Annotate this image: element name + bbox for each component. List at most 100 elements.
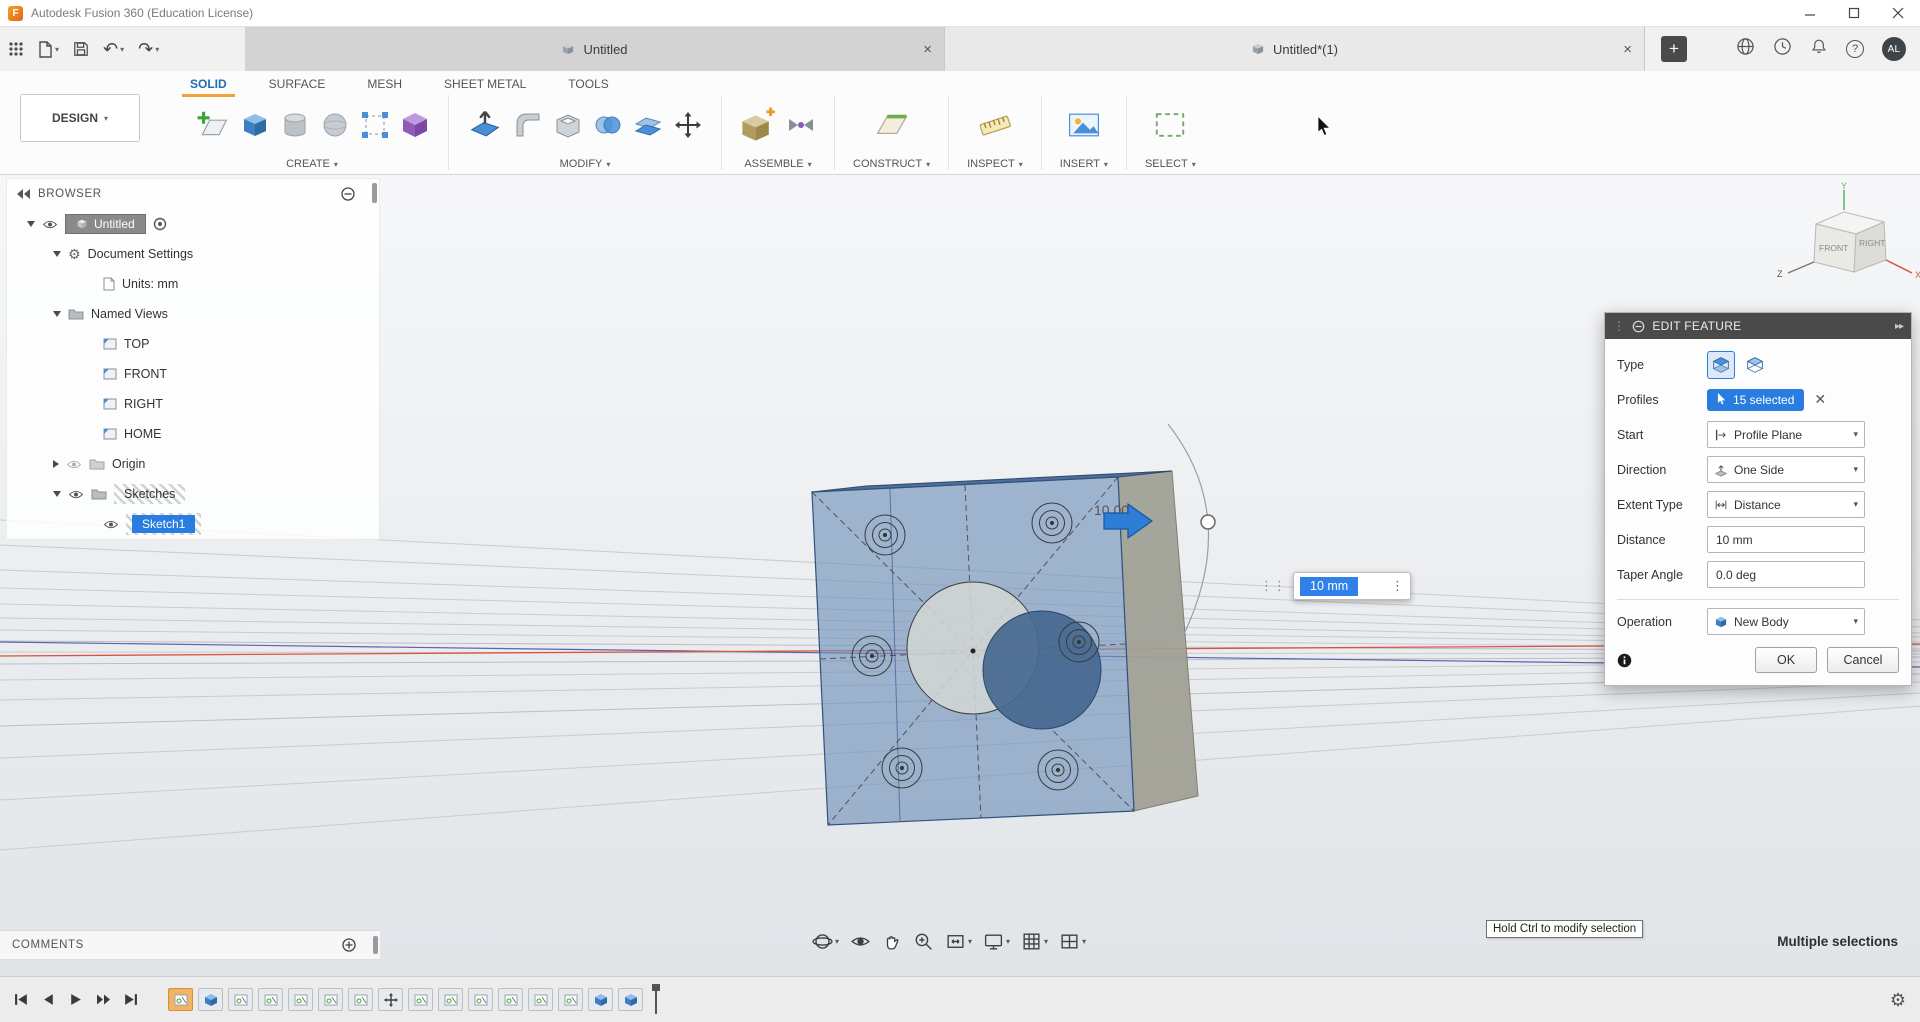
app-grid-menu-icon[interactable] <box>8 41 24 57</box>
tab-sheet-metal[interactable]: SHEET METAL <box>442 75 528 95</box>
file-menu-icon[interactable]: ▾ <box>38 40 59 58</box>
close-button[interactable] <box>1876 0 1920 26</box>
maximize-button[interactable] <box>1832 0 1876 26</box>
activate-radio-icon[interactable] <box>153 217 167 231</box>
browser-item-sketches[interactable]: Sketches <box>7 479 379 509</box>
expand-arrow-icon[interactable] <box>27 221 35 227</box>
tab-tools[interactable]: TOOLS <box>566 75 610 95</box>
group-assemble-dropdown[interactable]: ASSEMBLE ▾ <box>744 158 811 170</box>
timeline-step-forward-button[interactable] <box>95 993 111 1006</box>
job-status-clock-icon[interactable] <box>1773 37 1792 61</box>
timeline-go-to-start-button[interactable] <box>14 993 29 1006</box>
rotate-manipulator-handle[interactable] <box>1200 514 1216 530</box>
timeline-item-extrude[interactable] <box>198 988 223 1011</box>
ok-button[interactable]: OK <box>1755 647 1817 673</box>
fillet-icon[interactable] <box>513 110 543 140</box>
browser-item-view-front[interactable]: FRONT <box>7 359 379 389</box>
timeline-item-move[interactable] <box>378 988 403 1011</box>
selected-sketch-chip[interactable]: Sketch1 <box>132 515 196 533</box>
timeline-item-sketch[interactable] <box>558 988 583 1011</box>
circle-plus-icon[interactable] <box>342 938 356 952</box>
timeline-item-sketch[interactable] <box>468 988 493 1011</box>
operation-select[interactable]: New Body ▾ <box>1707 608 1865 635</box>
scrollbar-thumb[interactable] <box>372 183 377 203</box>
collapsed-arrow-icon[interactable] <box>53 460 59 468</box>
create-sketch-icon[interactable] <box>194 107 230 143</box>
group-construct-dropdown[interactable]: CONSTRUCT ▾ <box>853 158 930 170</box>
press-pull-icon[interactable] <box>467 107 503 143</box>
tab-mesh[interactable]: MESH <box>365 75 404 95</box>
save-icon[interactable] <box>73 41 89 57</box>
group-modify-dropdown[interactable]: MODIFY ▾ <box>560 158 611 170</box>
tab-solid[interactable]: SOLID <box>182 75 235 97</box>
box-icon[interactable] <box>240 110 270 140</box>
direction-select[interactable]: One Side ▾ <box>1707 456 1865 483</box>
close-tab-icon[interactable]: × <box>923 41 932 58</box>
timeline-item-extrude[interactable] <box>588 988 613 1011</box>
user-avatar[interactable]: AL <box>1882 37 1906 61</box>
browser-item-view-right[interactable]: RIGHT <box>7 389 379 419</box>
expand-arrow-icon[interactable] <box>53 251 61 257</box>
measure-icon[interactable] <box>977 107 1013 143</box>
taper-angle-field[interactable]: 0.0 deg <box>1707 561 1865 588</box>
redo-button[interactable]: ↷ ▾ <box>138 40 159 58</box>
start-select[interactable]: Profile Plane ▾ <box>1707 421 1865 448</box>
browser-item-sketch1[interactable]: Sketch1 <box>7 509 379 539</box>
root-component-chip[interactable]: Untitled <box>65 214 146 234</box>
document-tab-untitled[interactable]: Untitled × <box>245 27 945 71</box>
select-marquee-icon[interactable] <box>1152 107 1188 143</box>
visibility-eye-icon[interactable] <box>103 519 119 530</box>
orbit-button[interactable]: ▾ <box>812 931 839 952</box>
sphere-icon[interactable] <box>320 110 350 140</box>
new-tab-button[interactable]: + <box>1661 36 1687 62</box>
create-form-icon[interactable] <box>400 110 430 140</box>
timeline-item-sketch[interactable] <box>408 988 433 1011</box>
profiles-selected-button[interactable]: 15 selected <box>1707 388 1805 411</box>
minimize-button[interactable] <box>1788 0 1832 26</box>
clear-selection-icon[interactable]: ✕ <box>1814 391 1826 408</box>
timeline-play-button[interactable] <box>68 993 83 1006</box>
timeline-position-marker[interactable] <box>649 983 663 1016</box>
cylinder-icon[interactable] <box>280 110 310 140</box>
display-settings-button[interactable]: ▾ <box>983 931 1010 952</box>
center-hole-bore[interactable] <box>982 610 1102 730</box>
close-tab-icon[interactable]: × <box>1623 41 1632 58</box>
expand-arrow-icon[interactable] <box>53 491 61 497</box>
timeline-item-sketch[interactable] <box>438 988 463 1011</box>
help-icon[interactable]: ? <box>1846 40 1864 58</box>
new-component-icon[interactable] <box>740 107 776 143</box>
timeline-item-sketch[interactable] <box>498 988 523 1011</box>
info-icon[interactable] <box>1617 653 1632 668</box>
timeline-item-sketch[interactable] <box>258 988 283 1011</box>
distance-value-input[interactable]: 10 mm ⋮ <box>1293 572 1411 600</box>
timeline-item-sketch[interactable] <box>228 988 253 1011</box>
tab-surface[interactable]: SURFACE <box>267 75 328 95</box>
browser-item-document-settings[interactable]: ⚙ Document Settings <box>7 239 379 269</box>
circle-minus-icon[interactable] <box>341 187 355 201</box>
group-select-dropdown[interactable]: SELECT ▾ <box>1145 158 1196 170</box>
timeline-item-extrude[interactable] <box>618 988 643 1011</box>
drag-grip-icon[interactable]: ⋮⋮ <box>1260 578 1286 594</box>
browser-item-view-home[interactable]: HOME <box>7 419 379 449</box>
dialog-header[interactable]: ⋮ EDIT FEATURE ▸▸ <box>1605 313 1911 339</box>
cancel-button[interactable]: Cancel <box>1827 647 1899 673</box>
timeline-item-sketch[interactable] <box>348 988 373 1011</box>
zoom-button[interactable] <box>913 931 934 952</box>
group-insert-dropdown[interactable]: INSERT ▾ <box>1060 158 1108 170</box>
timeline-item-sketch[interactable] <box>318 988 343 1011</box>
extrude-solid-type-button[interactable] <box>1707 350 1735 379</box>
visibility-eye-icon[interactable] <box>42 219 58 230</box>
distance-value-selected-text[interactable]: 10 mm <box>1300 576 1359 596</box>
scrollbar-thumb[interactable] <box>373 936 378 954</box>
browser-item-root[interactable]: Untitled <box>7 209 379 239</box>
construct-plane-icon[interactable] <box>874 107 910 143</box>
collapse-panel-icon[interactable] <box>17 189 30 199</box>
extrude-thin-type-button[interactable] <box>1741 351 1769 379</box>
pattern-icon[interactable] <box>360 110 390 140</box>
document-tab-untitled-1[interactable]: Untitled*(1) × <box>945 27 1645 71</box>
timeline-item-sketch-current[interactable] <box>168 988 193 1011</box>
drag-grip-icon[interactable]: ⋮ <box>1613 319 1625 333</box>
visibility-eye-icon[interactable] <box>68 489 84 500</box>
browser-item-units[interactable]: Units: mm <box>7 269 379 299</box>
joint-icon[interactable] <box>786 110 816 140</box>
